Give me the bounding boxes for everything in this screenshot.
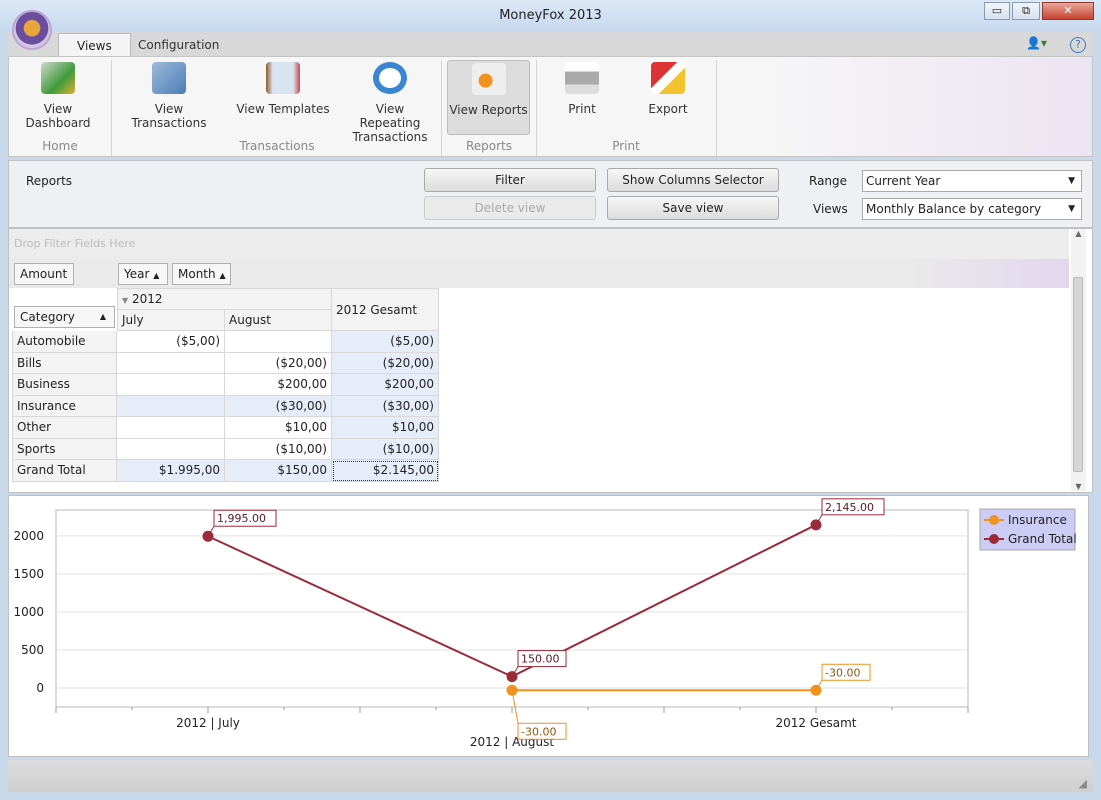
- y-tick-label: 1000: [13, 605, 44, 619]
- data-label: -30.00: [825, 666, 860, 679]
- data-label: 2,145.00: [825, 501, 874, 514]
- y-tick-label: 1500: [13, 567, 44, 581]
- legend-label: Grand Total: [1008, 532, 1077, 546]
- y-tick-label: 0: [36, 681, 44, 695]
- y-tick-label: 500: [21, 643, 44, 657]
- legend-label: Insurance: [1008, 513, 1067, 527]
- x-tick-label: 2012 Gesamt: [775, 716, 856, 730]
- data-label: 150.00: [521, 653, 560, 666]
- data-label: -30.00: [521, 725, 556, 738]
- line-chart: 05001000150020002012 | July2012 | August…: [13, 498, 1077, 749]
- status-bar: ◢: [8, 760, 1093, 792]
- y-tick-label: 2000: [13, 529, 44, 543]
- x-tick-label: 2012 | July: [176, 716, 240, 730]
- resize-grip-icon[interactable]: ◢: [1079, 777, 1087, 790]
- legend-marker: [989, 534, 999, 544]
- legend-marker: [989, 515, 999, 525]
- data-label: 1,995.00: [217, 512, 266, 525]
